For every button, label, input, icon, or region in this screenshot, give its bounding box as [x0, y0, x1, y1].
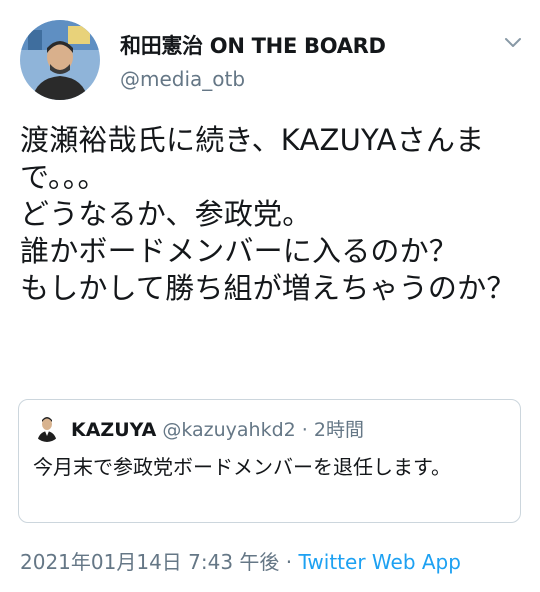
author-avatar[interactable]: [20, 20, 100, 100]
quoted-tweet[interactable]: KAZUYA @kazuyahkd2 · 2時間 今月末で参政党ボードメンバーを…: [18, 399, 521, 523]
tweet-text: 渡瀬裕哉氏に続き、KAZUYAさんまで。。。 どうなるか、参政党。 誰かボードメ…: [20, 123, 516, 305]
tweet-card: 和田憲治 ON THE BOARD @media_otb 渡瀬裕哉氏に続き、KA…: [0, 0, 540, 592]
footer-separator: ·: [279, 550, 299, 574]
meta-separator: ·: [295, 419, 314, 441]
quoted-tweet-text: 今月末で参政党ボードメンバーを退任します。: [33, 455, 451, 479]
quoted-tweet-time: 2時間: [313, 419, 364, 441]
tweet-timestamp[interactable]: 2021年01月14日 7:43 午後: [20, 550, 279, 574]
chevron-down-icon[interactable]: [503, 36, 523, 50]
quoted-author-name: KAZUYA: [71, 419, 157, 441]
quoted-tweet-header: KAZUYA @kazuyahkd2 · 2時間: [71, 415, 364, 442]
author-handle[interactable]: @media_otb: [120, 67, 245, 91]
tweet-source-link[interactable]: Twitter Web App: [299, 550, 461, 574]
tweet-footer: 2021年01月14日 7:43 午後 · Twitter Web App: [20, 546, 461, 575]
person-avatar-icon: [33, 414, 61, 442]
quoted-author-avatar: [33, 414, 61, 442]
person-avatar-icon: [20, 20, 100, 100]
quoted-author-handle: @kazuyahkd2: [162, 419, 296, 441]
author-display-name[interactable]: 和田憲治 ON THE BOARD: [120, 30, 386, 60]
